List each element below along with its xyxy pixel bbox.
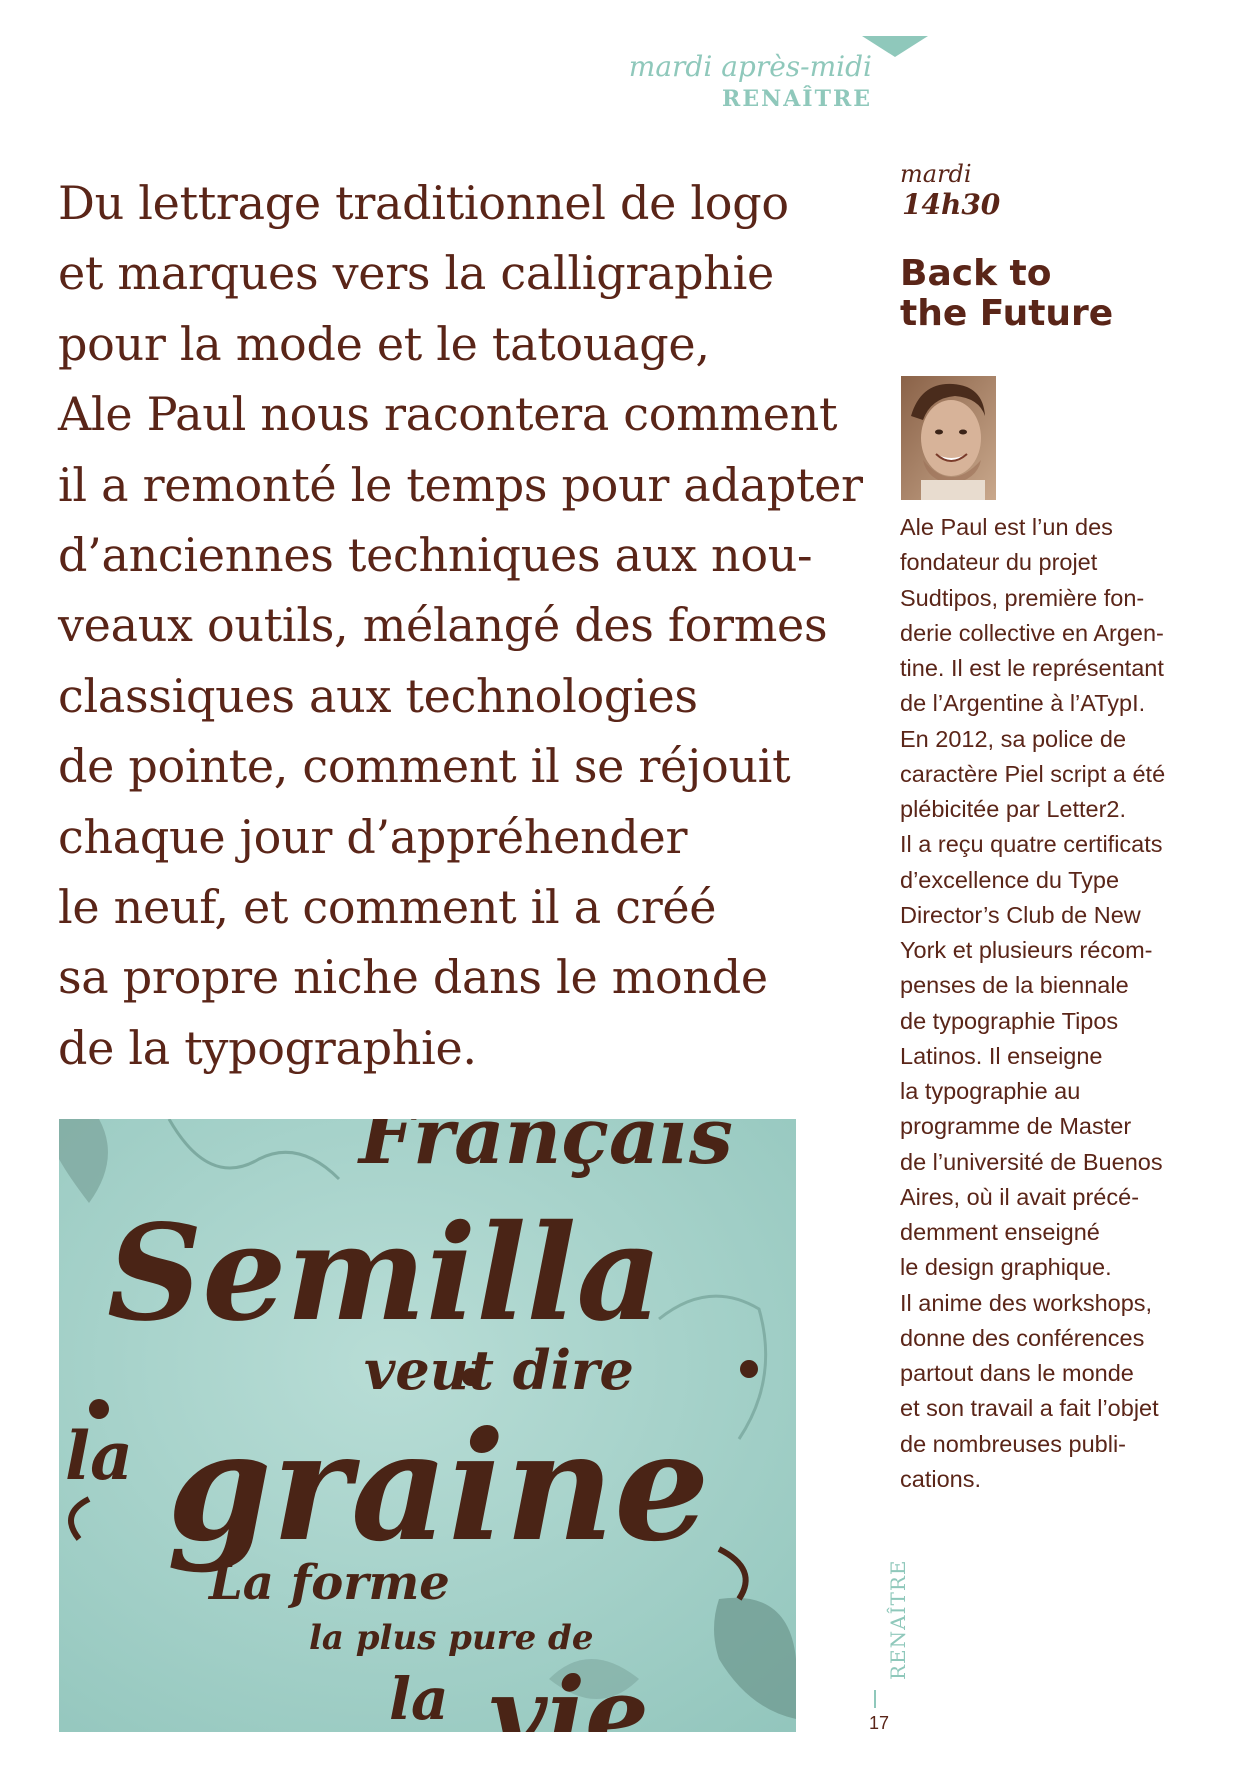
- page-number: 17: [869, 1713, 890, 1733]
- bio-line: et son travail a fait l’objet: [900, 1395, 1159, 1422]
- bio-line: Il anime des workshops,: [900, 1289, 1153, 1316]
- bio-line: programme de Master: [900, 1113, 1132, 1140]
- lead-line: pour la mode et le tatouage,: [58, 316, 710, 371]
- session-day: mardi: [900, 160, 972, 188]
- bio-line: Ale Paul est l’un des: [900, 514, 1113, 540]
- artwork-line: la: [65, 1417, 133, 1495]
- artwork-line: la plus pure de: [309, 1618, 593, 1658]
- running-header: mardi après-midi RENAÎTRE: [629, 50, 872, 114]
- bio-line: la typographie au: [900, 1078, 1081, 1104]
- bio-line: Aires, où il avait précé-: [900, 1183, 1140, 1210]
- artwork-line: Français: [357, 1119, 733, 1182]
- bio-line: tine. Il est le représentant: [900, 655, 1164, 681]
- bio-line: cations.: [900, 1465, 981, 1492]
- bio-line: donne des conférences: [900, 1324, 1145, 1351]
- bio-line: plébicitée par Letter2.: [900, 796, 1127, 822]
- side-rule: [874, 1690, 876, 1708]
- bio-line: caractère Piel script a été: [900, 760, 1166, 787]
- lead-line: veaux outils, mélangé des formes: [58, 598, 828, 653]
- lead-line: d’anciennes techniques aux nou-: [58, 528, 813, 583]
- bio-line: derie collective en Argen-: [900, 619, 1164, 646]
- artwork-line: La forme: [207, 1555, 450, 1611]
- lead-line: Ale Paul nous racontera comment: [58, 387, 838, 442]
- bio-line: Il a reçu quatre certificats: [900, 831, 1163, 858]
- artwork-line: la: [389, 1665, 449, 1732]
- bio-line: de nombreuses publi-: [900, 1430, 1126, 1457]
- artwork-line: veut dire: [364, 1338, 634, 1402]
- talk-title-line: the Future: [900, 293, 1114, 334]
- bio-line: fondateur du projet: [900, 549, 1098, 576]
- header-section: RENAÎTRE: [722, 86, 872, 112]
- lettering-artwork: Français Semilla veut dire la graine La …: [59, 1119, 796, 1732]
- lead-line: il a remonté le temps pour adapter: [58, 457, 863, 512]
- bio-line: le design graphique.: [900, 1254, 1112, 1281]
- bio-line: de typographie Tipos: [900, 1007, 1119, 1034]
- speaker-bio: Ale Paul est l’un des fondateur du proje…: [900, 510, 1165, 1497]
- side-section-label: RENAÎTRE: [862, 1560, 910, 1690]
- bio-line: Latinos. Il enseigne: [900, 1042, 1103, 1069]
- talk-title-line: Back to: [900, 253, 1052, 294]
- bio-line: de l’Argentine à l’ATypI.: [900, 690, 1146, 717]
- bio-line: demment enseigné: [900, 1219, 1100, 1245]
- artwork-line: graine: [167, 1399, 710, 1575]
- lead-line: Du lettrage traditionnel de logo: [58, 176, 789, 230]
- bio-line: de l’université de Buenos: [900, 1148, 1163, 1175]
- lead-line: sa propre niche dans le monde: [58, 950, 768, 1005]
- lead-line: le neuf, et comment il a créé: [58, 880, 717, 935]
- lead-line: classiques aux technologies: [58, 668, 698, 723]
- bio-line: York et plusieurs récom-: [900, 937, 1153, 963]
- artwork-line: Semilla: [107, 1196, 662, 1351]
- bio-line: Director’s Club de New: [900, 901, 1141, 928]
- bio-line: d’excellence du Type: [900, 866, 1120, 893]
- lead-line: chaque jour d’appréhender: [58, 809, 688, 864]
- lead-line: de pointe, comment il se réjouit: [58, 739, 791, 794]
- artwork-line: vie: [489, 1655, 649, 1732]
- bio-line: Sudtipos, première fon-: [900, 584, 1145, 611]
- bio-line: penses de la biennale: [900, 972, 1129, 999]
- speaker-portrait: [901, 376, 996, 500]
- lead-line: de la typographie.: [58, 1020, 477, 1075]
- lead-line: et marques vers la calligraphie: [58, 246, 774, 301]
- bio-line: En 2012, sa police de: [900, 725, 1127, 752]
- header-day: mardi après-midi: [628, 50, 872, 83]
- session-time: 14h30: [902, 188, 1001, 221]
- side-section-label-text: RENAÎTRE: [886, 1559, 910, 1681]
- lead-paragraph: Du lettrage traditionnel de logo et marq…: [58, 168, 878, 1083]
- talk-title: Back to the Future: [900, 254, 1113, 334]
- bio-line: partout dans le monde: [900, 1360, 1134, 1386]
